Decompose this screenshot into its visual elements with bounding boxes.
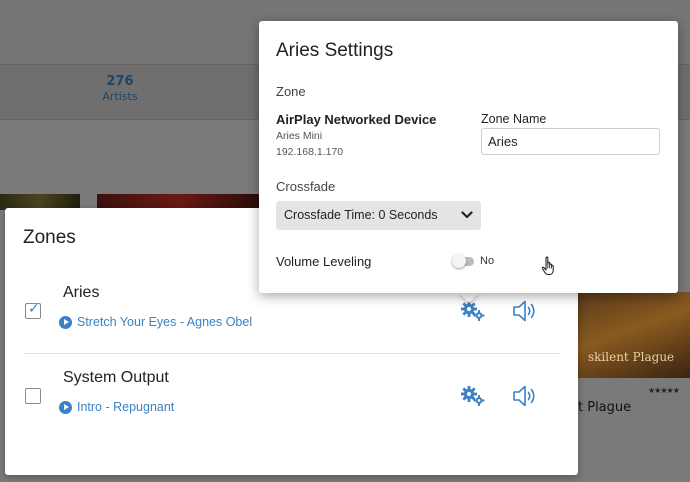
album-title[interactable]: t Plague bbox=[578, 400, 631, 415]
check-icon: ✓ bbox=[28, 301, 40, 317]
now-playing[interactable]: Stretch Your Eyes - Agnes Obel bbox=[59, 315, 252, 329]
zone-name: System Output bbox=[63, 369, 169, 386]
volume-leveling-value: No bbox=[480, 255, 495, 267]
chevron-down-icon bbox=[461, 211, 473, 219]
volume-leveling-label: Volume Leveling bbox=[276, 254, 372, 269]
zone-checkbox[interactable]: ✓ bbox=[25, 301, 41, 319]
toggle-knob bbox=[452, 254, 466, 268]
album-rating: ★★★★★ bbox=[648, 386, 680, 395]
now-playing-text: Stretch Your Eyes - Agnes Obel bbox=[77, 315, 253, 329]
zone-name-label: Zone Name bbox=[481, 112, 547, 126]
zones-title: Zones bbox=[23, 227, 76, 248]
zone-name-input[interactable] bbox=[481, 128, 660, 155]
play-icon bbox=[59, 315, 72, 329]
zone-row: System Output Intro - Repugnant bbox=[23, 355, 561, 439]
artists-label: Artists bbox=[102, 90, 138, 103]
zone-settings-gear-icon[interactable] bbox=[460, 300, 486, 322]
zone-volume-icon[interactable] bbox=[511, 382, 539, 410]
now-playing[interactable]: Intro - Repugnant bbox=[59, 400, 174, 414]
album-cover[interactable]: skilent Plague bbox=[578, 292, 690, 378]
crossfade-value: Crossfade Time: 0 Seconds bbox=[284, 208, 438, 222]
zone-settings-gear-icon[interactable] bbox=[460, 385, 486, 407]
crossfade-dropdown[interactable]: Crossfade Time: 0 Seconds bbox=[276, 201, 481, 230]
zone-volume-icon[interactable] bbox=[511, 297, 539, 325]
zone-settings-popover: Aries Settings Zone AirPlay Networked De… bbox=[259, 21, 678, 293]
play-icon bbox=[59, 400, 72, 414]
artists-count: 276 bbox=[106, 74, 134, 89]
artists-stat[interactable]: 276 Artists bbox=[90, 74, 150, 103]
zone-section-label: Zone bbox=[276, 84, 306, 99]
now-playing-text: Intro - Repugnant bbox=[77, 400, 175, 414]
zone-checkbox[interactable] bbox=[25, 388, 41, 404]
device-type: AirPlay Networked Device bbox=[276, 112, 437, 127]
device-ip: 192.168.1.170 bbox=[276, 146, 344, 158]
hand-pointer-cursor-icon bbox=[541, 256, 554, 275]
album-cover-lettering: skilent Plague bbox=[588, 350, 675, 364]
settings-title: Aries Settings bbox=[276, 40, 394, 61]
zone-name: Aries bbox=[63, 284, 100, 301]
crossfade-label: Crossfade bbox=[276, 179, 336, 194]
volume-leveling-toggle[interactable] bbox=[452, 254, 474, 268]
device-model: Aries Mini bbox=[276, 130, 323, 142]
